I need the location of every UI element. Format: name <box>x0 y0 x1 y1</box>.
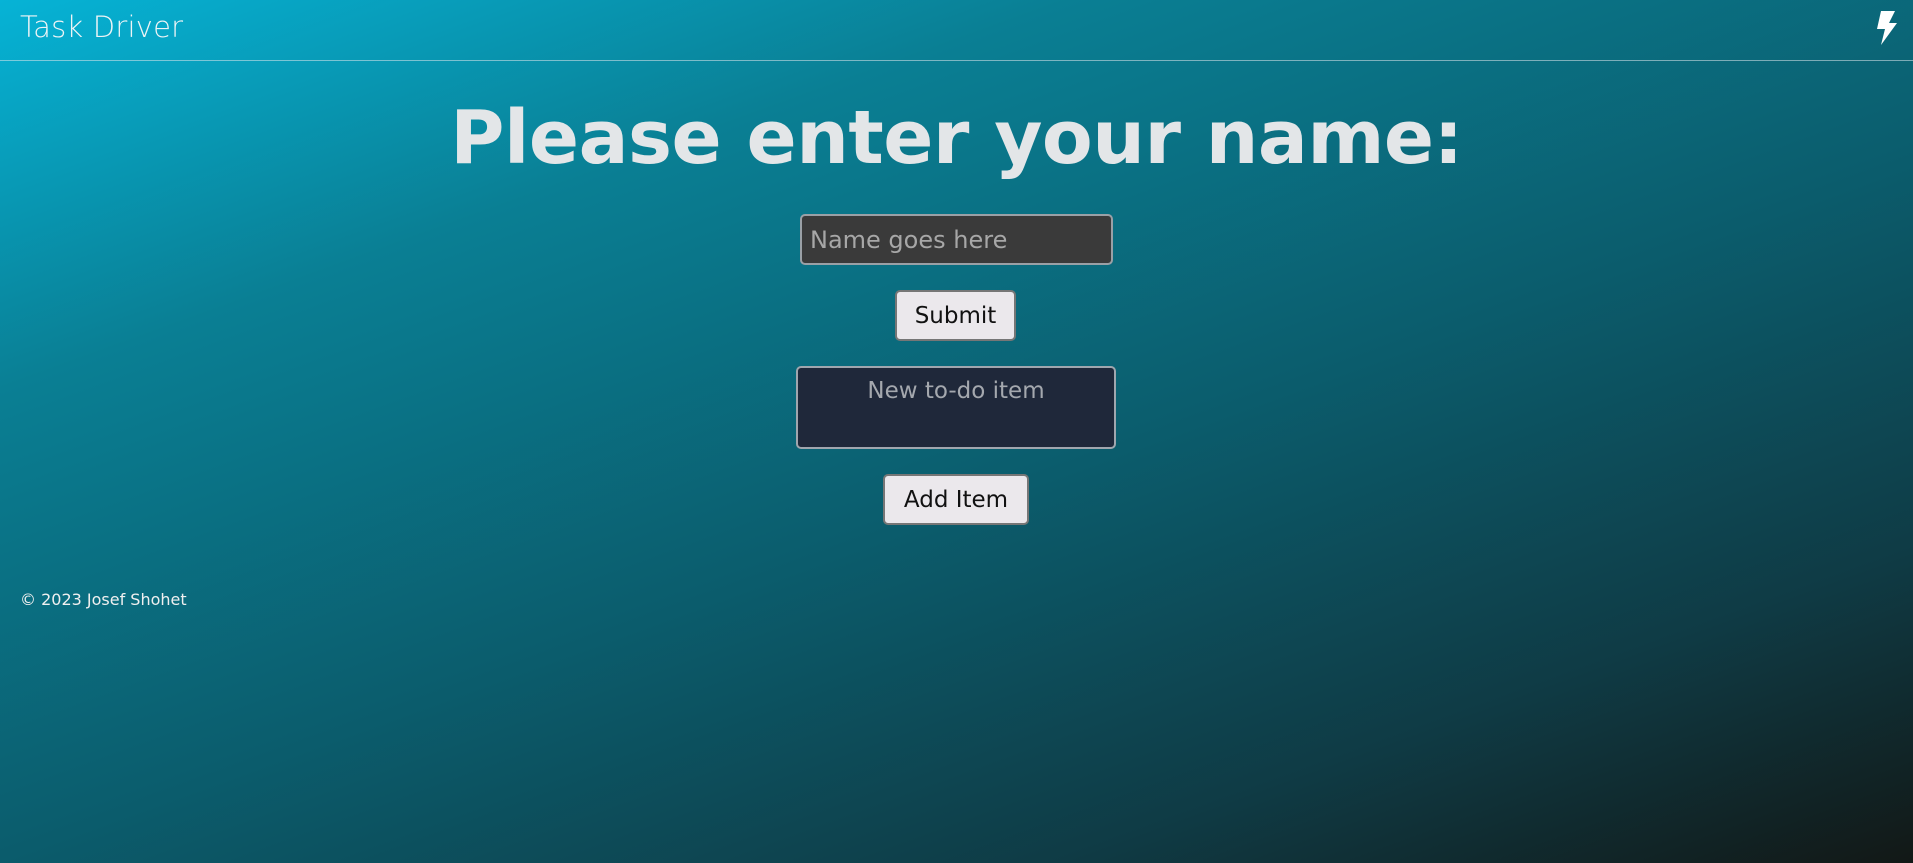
lightning-bolt-icon[interactable] <box>1875 11 1899 45</box>
navbar: Task Driver <box>0 0 1913 61</box>
footer-copyright: © 2023 Josef Shohet <box>20 590 187 609</box>
todo-item-input[interactable] <box>796 366 1116 449</box>
name-input[interactable] <box>800 214 1113 265</box>
add-item-button[interactable]: Add Item <box>883 474 1029 525</box>
submit-button[interactable]: Submit <box>895 290 1016 341</box>
page-title: Please enter your name: <box>450 95 1463 181</box>
brand-title[interactable]: Task Driver <box>20 10 183 44</box>
